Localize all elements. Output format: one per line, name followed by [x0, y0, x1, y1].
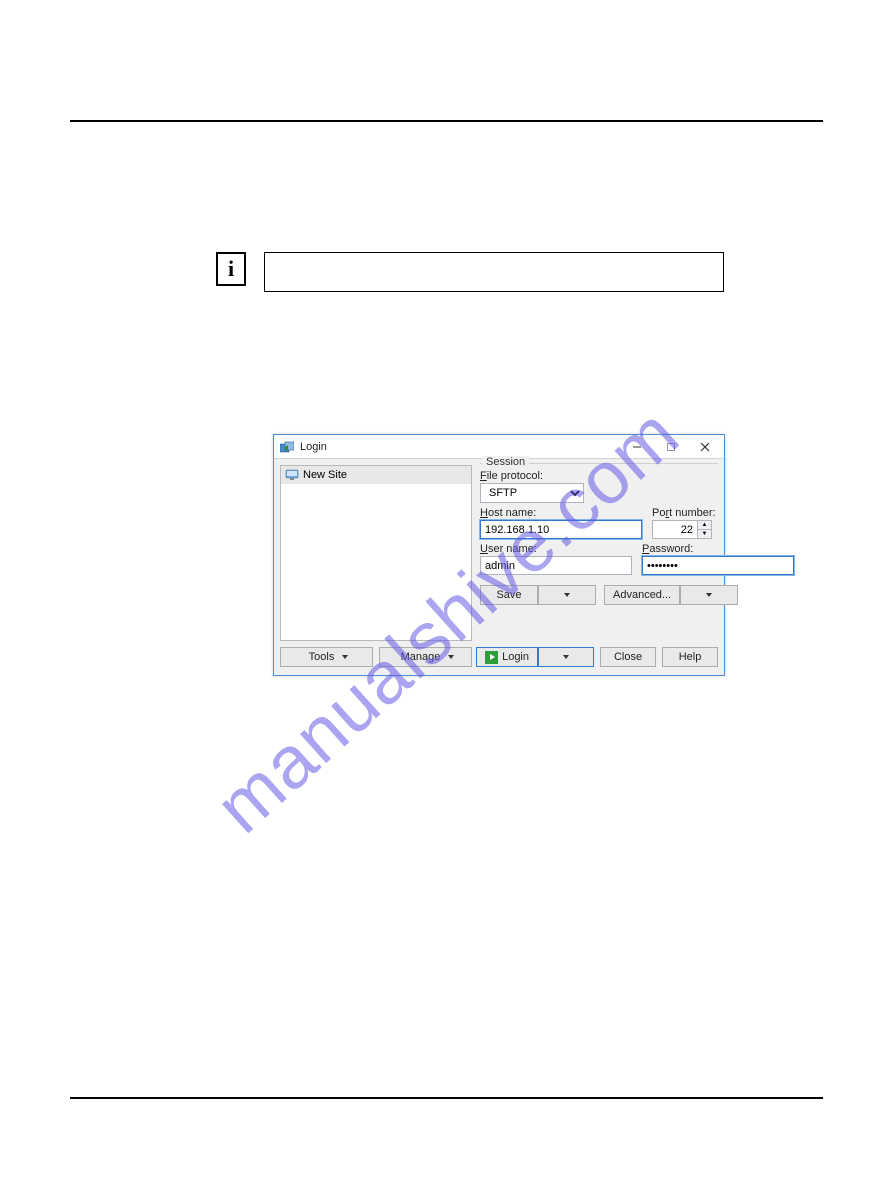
login-dropdown[interactable]	[538, 647, 594, 667]
file-protocol-select[interactable]: SFTP	[480, 483, 584, 503]
advanced-button[interactable]: Advanced...	[604, 585, 680, 605]
save-dropdown[interactable]	[538, 585, 596, 605]
sites-panel[interactable]: New Site	[280, 465, 472, 641]
window-controls	[620, 436, 722, 458]
advanced-label: Advanced...	[613, 589, 671, 601]
close-button[interactable]	[688, 436, 722, 458]
minimize-button[interactable]	[620, 436, 654, 458]
close-label: Close	[614, 651, 642, 663]
chevron-down-icon	[706, 593, 712, 597]
session-legend: Session	[482, 456, 529, 468]
password-input[interactable]	[642, 556, 794, 575]
login-arrow-icon	[485, 651, 498, 664]
username-input[interactable]	[480, 556, 632, 575]
advanced-split-button[interactable]: Advanced...	[604, 585, 738, 605]
password-label: Password:	[642, 543, 794, 555]
login-split-button[interactable]: Login	[476, 647, 594, 667]
file-protocol-label: File protocol:	[480, 470, 718, 482]
port-number-label: Port number:	[652, 507, 718, 519]
save-button[interactable]: Save	[480, 585, 538, 605]
maximize-button[interactable]	[654, 436, 688, 458]
host-name-input[interactable]	[480, 520, 642, 539]
page-rule-top	[70, 120, 823, 122]
username-label: User name:	[480, 543, 632, 555]
help-label: Help	[679, 651, 702, 663]
spinner-down-icon[interactable]: ▼	[698, 530, 711, 538]
advanced-dropdown[interactable]	[680, 585, 738, 605]
close-dialog-button[interactable]: Close	[600, 647, 656, 667]
tools-button[interactable]: Tools	[280, 647, 373, 667]
login-button[interactable]: Login	[476, 647, 538, 667]
session-group: Session File protocol: SFTP Host name: P…	[480, 463, 718, 619]
info-callout: i	[216, 252, 724, 292]
page-rule-bottom	[70, 1097, 823, 1099]
chevron-down-icon	[448, 655, 454, 659]
chevron-down-icon	[342, 655, 348, 659]
port-number-input[interactable]	[652, 520, 698, 539]
manage-label: Manage	[401, 651, 441, 663]
monitor-icon	[285, 469, 299, 481]
manage-button[interactable]: Manage	[379, 647, 472, 667]
save-label: Save	[496, 589, 521, 601]
info-box	[264, 252, 724, 292]
login-label: Login	[502, 651, 529, 663]
host-name-label: Host name:	[480, 507, 642, 519]
chevron-down-icon	[564, 593, 570, 597]
chevron-down-icon	[563, 655, 569, 659]
site-item-label: New Site	[303, 469, 347, 481]
info-icon: i	[216, 252, 246, 286]
site-item-new[interactable]: New Site	[281, 466, 471, 484]
login-dialog: Login New Site	[273, 434, 725, 676]
app-icon	[280, 440, 294, 454]
tools-label: Tools	[309, 651, 335, 663]
dialog-title: Login	[300, 441, 620, 453]
spinner-up-icon[interactable]: ▲	[698, 521, 711, 530]
help-button[interactable]: Help	[662, 647, 718, 667]
save-split-button[interactable]: Save	[480, 585, 596, 605]
port-spinner[interactable]: ▲ ▼	[698, 520, 712, 539]
